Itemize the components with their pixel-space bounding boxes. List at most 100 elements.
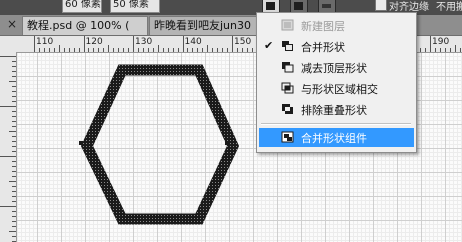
ruler-minor-tick <box>58 45 60 52</box>
ruler-minor-tick <box>420 48 422 52</box>
vruler-tick <box>12 96 16 97</box>
ruler-minor-tick <box>207 45 209 52</box>
vruler-tick <box>0 56 16 57</box>
menu-item-exclude-overlapping-shapes[interactable]: 排除重叠形状 <box>259 100 414 119</box>
tab-document-psd[interactable]: 教程.psd @ 100% ( <box>22 16 148 35</box>
vruler-tick <box>9 81 16 82</box>
vruler-tick <box>12 151 16 152</box>
ruler-minor-tick <box>157 45 159 52</box>
vruler-tick <box>12 61 16 62</box>
ruler-minor-tick <box>137 48 139 52</box>
ruler-minor-tick <box>43 48 45 52</box>
ruler-minor-tick <box>103 48 105 52</box>
vruler-tick <box>12 211 16 212</box>
ruler-minor-tick <box>113 48 115 52</box>
vruler-tick <box>12 141 16 142</box>
vruler-tick <box>12 66 16 67</box>
vruler-tick <box>12 71 16 72</box>
menu-item-merge-shape-components-label: 合并形状组件 <box>301 132 367 145</box>
ruler-minor-tick <box>172 48 174 52</box>
ruler-minor-tick <box>202 48 204 52</box>
ruler-minor-tick <box>241 48 243 52</box>
vruler-tick <box>12 161 16 162</box>
menu-item-new-layer: 新建图层 <box>259 16 414 35</box>
menu-item-subtract-front-shape-label: 减去顶层形状 <box>301 62 367 75</box>
ruler-minor-tick <box>246 48 248 52</box>
vruler-tick <box>12 171 16 172</box>
ruler-major-tick <box>34 36 35 52</box>
vruler-tick <box>12 111 16 112</box>
shape-width-field[interactable]: 60 像素 <box>62 0 102 13</box>
ruler-minor-tick <box>192 48 194 52</box>
vruler-tick <box>12 101 16 102</box>
ruler-minor-tick <box>439 48 441 52</box>
intersect-shape-areas-icon <box>281 82 294 94</box>
combine-shapes-icon <box>282 41 293 51</box>
ruler-minor-tick <box>142 48 144 52</box>
menu-item-combine-shapes[interactable]: ✔ 合并形状 <box>259 37 414 56</box>
vruler-tick <box>12 186 16 187</box>
vruler-tick <box>12 216 16 217</box>
vruler-tick <box>12 121 16 122</box>
vruler-tick <box>0 206 16 207</box>
ruler-minor-tick <box>454 45 456 52</box>
ruler-minor-tick <box>98 48 100 52</box>
ruler-minor-tick <box>425 48 427 52</box>
vruler-tick <box>9 131 16 132</box>
ruler-minor-tick <box>38 48 40 52</box>
hexagon-outline <box>80 64 240 225</box>
ruler-minor-tick <box>147 48 149 52</box>
vruler-tick <box>12 76 16 77</box>
vruler-tick <box>12 116 16 117</box>
menu-item-subtract-front-shape[interactable]: 减去顶层形状 <box>259 58 414 77</box>
vruler-tick <box>9 181 16 182</box>
anchor-point[interactable] <box>79 141 83 145</box>
ruler-major-tick <box>182 36 184 52</box>
vruler-tick <box>12 91 16 92</box>
ruler-minor-tick <box>88 48 90 52</box>
vertical-ruler[interactable] <box>0 52 17 242</box>
tab-image-post[interactable]: 昨晚看到吧友jun30 <box>149 16 262 35</box>
shape-height-field[interactable]: 50 像素 <box>110 0 160 13</box>
ruler-minor-tick <box>53 48 55 52</box>
ruler-minor-tick <box>167 48 169 52</box>
ruler-major-tick <box>133 36 134 52</box>
options-overflow-label: 不用搬 <box>436 2 462 13</box>
close-tab-icon[interactable]: × <box>5 15 19 34</box>
vruler-tick <box>12 126 16 127</box>
ruler-minor-tick <box>444 48 446 52</box>
ruler-minor-tick <box>128 48 130 52</box>
ruler-minor-tick <box>197 48 199 52</box>
ruler-minor-tick <box>108 45 110 52</box>
menu-item-intersect-shape-areas[interactable]: 与形状区域相交 <box>259 79 414 98</box>
ruler-minor-tick <box>68 48 70 52</box>
vruler-tick <box>12 221 16 222</box>
ruler-minor-tick <box>236 48 238 52</box>
ruler-minor-tick <box>449 48 451 52</box>
menu-item-exclude-overlapping-shapes-label: 排除重叠形状 <box>301 104 367 117</box>
vruler-tick <box>12 176 16 177</box>
ruler-minor-tick <box>251 48 253 52</box>
subtract-front-shape-icon <box>282 62 294 73</box>
menu-item-merge-shape-components[interactable]: 合并形状组件 <box>259 128 414 147</box>
path-operations-icon <box>266 2 275 10</box>
ruler-minor-tick <box>162 48 164 52</box>
ruler-label: 110 <box>36 37 54 47</box>
exclude-overlapping-shapes-icon <box>282 104 293 114</box>
path-operations-menu: 新建图层 ✔ 合并形状 减去顶层形状 与形状区域相交 排除重叠形状 合并形状组件 <box>256 12 417 153</box>
vruler-tick <box>12 201 16 202</box>
anchor-point[interactable] <box>225 141 229 145</box>
ruler-major-tick <box>430 36 431 52</box>
ruler-label: 190 <box>432 37 450 47</box>
ruler-major-tick <box>83 36 85 52</box>
vruler-tick <box>0 156 16 157</box>
ruler-minor-tick <box>212 48 214 52</box>
ruler-minor-tick <box>63 48 65 52</box>
new-layer-icon <box>281 19 294 31</box>
ruler-minor-tick <box>48 48 50 52</box>
ruler-minor-tick <box>434 48 436 52</box>
ruler-minor-tick <box>123 48 125 52</box>
path-arrangement-icon <box>322 4 331 8</box>
align-edges-checkbox[interactable] <box>375 0 387 11</box>
ruler-minor-tick <box>152 48 154 52</box>
